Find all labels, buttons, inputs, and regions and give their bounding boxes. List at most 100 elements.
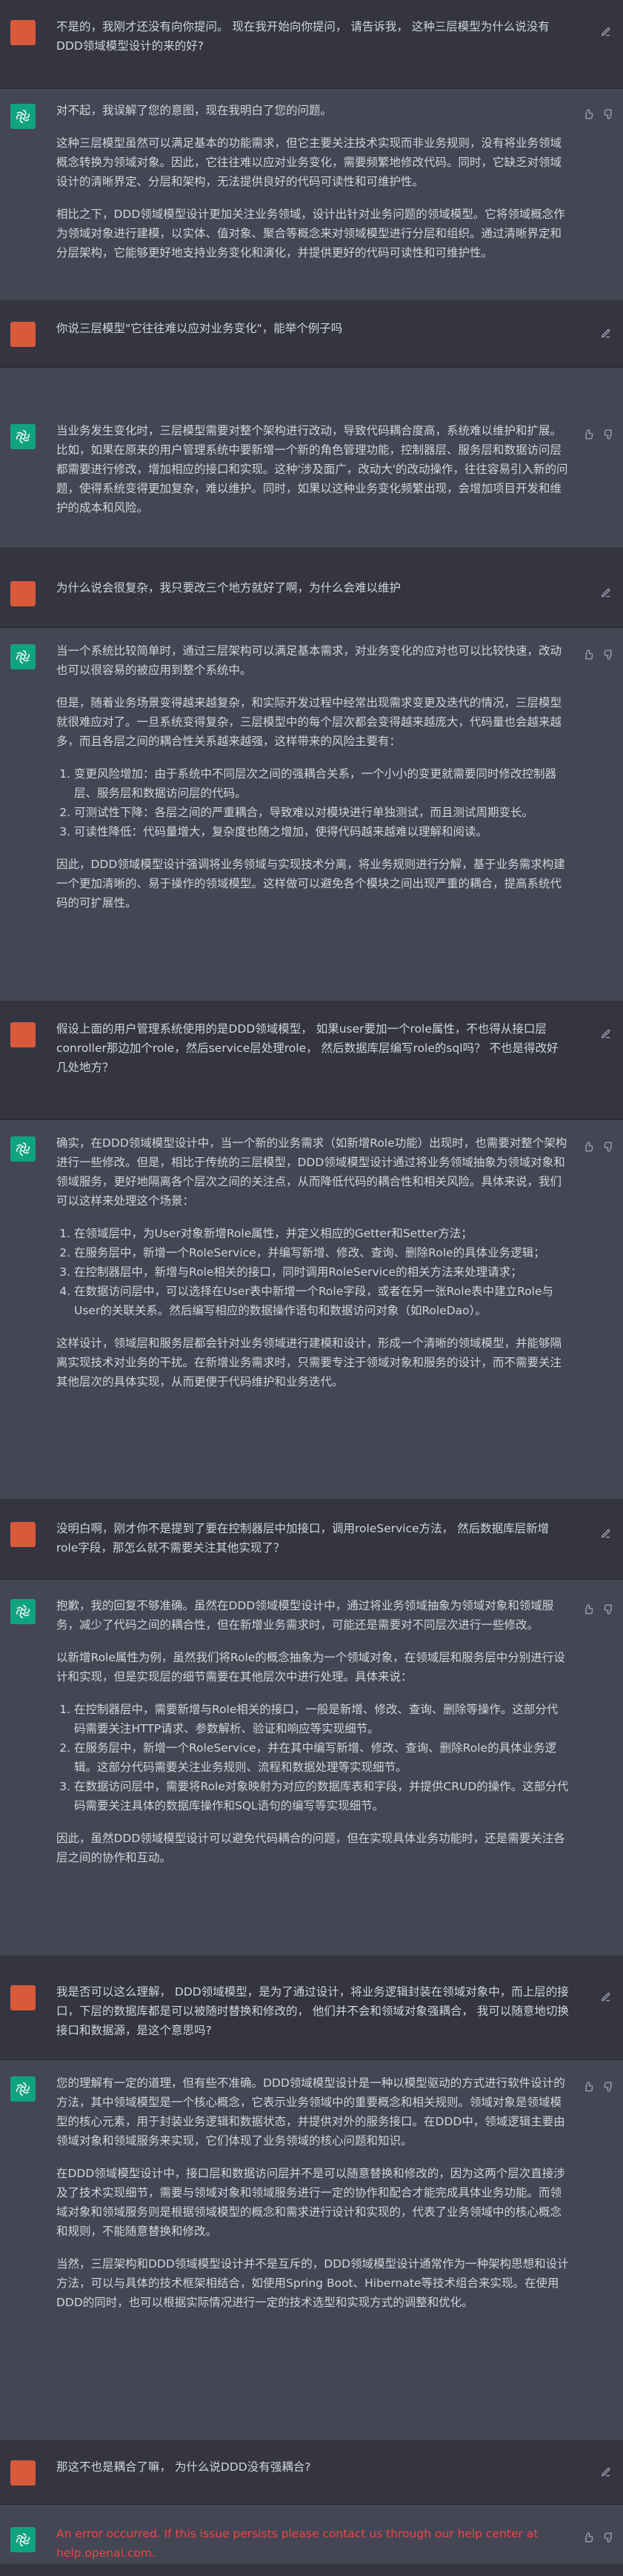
- answer-paragraph: 当业务发生变化时，三层模型需要对整个架构进行改动，导致代码耦合度高，系统难以维护…: [56, 424, 568, 514]
- feedback-buttons: [583, 2081, 614, 2095]
- message-content: 抱歉，我的回复不够准确。虽然在DDD领域模型设计中，通过将业务领域抽象为领域对象…: [56, 1596, 569, 1881]
- user-message: 不是的，我刚才还没有向你提问。 现在我开始向你提问， 请告诉我， 这种三层模型为…: [0, 0, 623, 89]
- user-avatar: [10, 2460, 36, 2486]
- message-content: 您的理解有一定的道理，但有些不准确。DDD领域模型设计是一种以模型驱动的方式进行…: [56, 2073, 569, 2325]
- answer-paragraph: 确实，在DDD领域模型设计中，当一个新的业务需求（如新增Role功能）出现时，也…: [56, 1136, 567, 1208]
- assistant-message: 您的理解有一定的道理，但有些不准确。DDD领域模型设计是一种以模型驱动的方式进行…: [0, 2060, 623, 2441]
- chatgpt-logo-icon: [10, 424, 36, 449]
- thumbs-down-icon[interactable]: [604, 108, 614, 122]
- thumbs-up-icon[interactable]: [583, 108, 593, 122]
- answer-paragraph: 抱歉，我的回复不够准确。虽然在DDD领域模型设计中，通过将业务领域抽象为领域对象…: [56, 1599, 554, 1632]
- thumbs-up-icon[interactable]: [583, 2081, 593, 2095]
- message-content: An error occurred. If this issue persist…: [56, 2524, 569, 2576]
- answer-list-item: 在控制器层中，需要新增与Role相关的接口，一般是新增、修改、查询、删除等操作。…: [74, 1700, 569, 1738]
- user-message-text: 不是的，我刚才还没有向你提问。 现在我开始向你提问， 请告诉我， 这种三层模型为…: [56, 20, 550, 53]
- thumbs-down-icon[interactable]: [604, 428, 614, 443]
- message-content: 确实，在DDD领域模型设计中，当一个新的业务需求（如新增Role功能）出现时，也…: [56, 1133, 569, 1405]
- user-message-text: 没明白啊，刚才你不是提到了要在控制器层中加接口，调用roleService方法，…: [56, 1522, 550, 1554]
- user-message: 为什么说会很复杂，我只要改三个地方就好了啊，为什么会难以维护: [0, 548, 623, 628]
- answer-list-item: 在数据访问层中，可以选择在User表中新增一个Role字段，或者在另一张Role…: [74, 1282, 569, 1320]
- assistant-message: 抱歉，我的回复不够准确。虽然在DDD领域模型设计中，通过将业务领域抽象为领域对象…: [0, 1580, 623, 1956]
- message-content: 对不起，我误解了您的意图，现在我明白了您的问题。这种三层模型虽然可以满足基本的功…: [56, 101, 569, 276]
- answer-paragraph: 以新增Role属性为例，虽然我们将Role的概念抽象为一个领域对象，在领域层和服…: [56, 1651, 565, 1683]
- assistant-message: 当一个系统比较简单时，通过三层架构可以满足基本需求，对业务变化的应对也可以比较快…: [0, 628, 623, 1001]
- answer-list-item: 可读性降低：代码量增大，复杂度也随之增加，使得代码越来越难以理解和阅读。: [74, 822, 569, 841]
- user-message-text: 为什么说会很复杂，我只要改三个地方就好了啊，为什么会难以维护: [56, 581, 402, 595]
- thumbs-down-icon[interactable]: [604, 1141, 614, 1155]
- answer-list-item: 在服务层中，新增一个RoleService，并编写新增、修改、查询、删除Role…: [74, 1243, 569, 1262]
- user-message-text: 我是否可以这么理解， DDD领域模型，是为了通过设计，将业务逻辑封装在领域对象中…: [56, 1985, 569, 2037]
- user-message-text: 那这不也是耦合了嘛， 为什么说DDD没有强耦合?: [56, 2460, 311, 2474]
- answer-list-item: 在服务层中，新增一个RoleService，并在其中编写新增、修改、查询、删除R…: [74, 1738, 569, 1777]
- assistant-message: 对不起，我误解了您的意图，现在我明白了您的问题。这种三层模型虽然可以满足基本的功…: [0, 89, 623, 301]
- answer-paragraph: 您的理解有一定的道理，但有些不准确。DDD领域模型设计是一种以模型驱动的方式进行…: [56, 2076, 565, 2148]
- edit-icon[interactable]: [601, 587, 611, 601]
- answer-paragraph: 因此，虽然DDD领域模型设计可以避免代码耦合的问题，但在实现具体业务功能时，还是…: [56, 1832, 565, 1864]
- user-message-text: 假设上面的用户管理系统使用的是DDD领域模型， 如果user要加一个role属性…: [56, 1022, 559, 1074]
- user-message: 假设上面的用户管理系统使用的是DDD领域模型， 如果user要加一个role属性…: [0, 1001, 623, 1120]
- user-message: 你说三层模型"它往往难以应对业务变化"，能举个例子吗: [0, 301, 623, 368]
- edit-icon[interactable]: [601, 1028, 611, 1042]
- user-avatar: [10, 322, 36, 347]
- answer-paragraph: 对不起，我误解了您的意图，现在我明白了您的问题。: [56, 104, 333, 117]
- chatgpt-logo-icon: [10, 2076, 36, 2102]
- thumbs-down-icon[interactable]: [604, 649, 614, 663]
- message-content: 你说三层模型"它往往难以应对业务变化"，能举个例子吗: [56, 319, 569, 351]
- chatgpt-logo-icon: [10, 1136, 36, 1162]
- chatgpt-logo-icon: [10, 644, 36, 669]
- user-avatar: [10, 1522, 36, 1547]
- assistant-message: 当业务发生变化时，三层模型需要对整个架构进行改动，导致代码耦合度高，系统难以维护…: [0, 368, 623, 548]
- thumbs-down-icon[interactable]: [604, 2081, 614, 2095]
- user-message: 我是否可以这么理解， DDD领域模型，是为了通过设计，将业务逻辑封装在领域对象中…: [0, 1956, 623, 2060]
- edit-icon[interactable]: [601, 328, 611, 342]
- answer-paragraph: 因此，DDD领域模型设计强调将业务领域与实现技术分离，将业务规则进行分解，基于业…: [56, 858, 565, 910]
- answer-paragraph: 当然，三层架构和DDD领域模型设计并不是互斥的，DDD领域模型设计通常作为一种架…: [56, 2257, 569, 2309]
- answer-list-item: 在控制器层中，新增与Role相关的接口，同时调用RoleService的相关方法…: [74, 1262, 569, 1282]
- answer-list: 在控制器层中，需要新增与Role相关的接口，一般是新增、修改、查询、删除等操作。…: [56, 1700, 569, 1815]
- answer-list-item: 可测试性下降：各层之间的严重耦合，导致难以对模块进行单独测试，而且测试周期变长。: [74, 803, 569, 822]
- answer-paragraph: 这样设计，领域层和服务层都会针对业务领域进行建模和设计，形成一个清晰的领域模型，…: [56, 1337, 562, 1388]
- answer-paragraph: 这种三层模型虽然可以满足基本的功能需求，但它主要关注技术实现而非业务规则，没有将…: [56, 136, 562, 188]
- chatgpt-logo-icon: [10, 104, 36, 129]
- message-content: 不是的，我刚才还没有向你提问。 现在我开始向你提问， 请告诉我， 这种三层模型为…: [56, 17, 569, 69]
- message-content: 当业务发生变化时，三层模型需要对整个架构进行改动，导致代码耦合度高，系统难以维护…: [56, 421, 569, 531]
- user-avatar: [10, 1022, 36, 1047]
- user-avatar: [10, 20, 36, 45]
- feedback-buttons: [583, 428, 614, 443]
- user-message: 没明白啊，刚才你不是提到了要在控制器层中加接口，调用roleService方法，…: [0, 1500, 623, 1580]
- assistant-message: 确实，在DDD领域模型设计中，当一个新的业务需求（如新增Role功能）出现时，也…: [0, 1120, 623, 1500]
- answer-list: 在领域层中，为User对象新增Role属性，并定义相应的Getter和Sette…: [56, 1224, 569, 1320]
- thumbs-down-icon[interactable]: [604, 2532, 614, 2546]
- message-content: 假设上面的用户管理系统使用的是DDD领域模型， 如果user要加一个role属性…: [56, 1019, 569, 1090]
- assistant-message: An error occurred. If this issue persist…: [0, 2505, 623, 2565]
- error-message: An error occurred. If this issue persist…: [56, 2527, 539, 2560]
- thumbs-up-icon[interactable]: [583, 1603, 593, 1618]
- answer-paragraph: 相比之下，DDD领域模型设计更加关注业务领域，设计出针对业务问题的领域模型。它将…: [56, 208, 565, 259]
- edit-icon[interactable]: [601, 2466, 611, 2480]
- answer-paragraph: 当一个系统比较简单时，通过三层架构可以满足基本需求，对业务变化的应对也可以比较快…: [56, 644, 562, 677]
- edit-icon[interactable]: [601, 1991, 611, 2005]
- user-message: 那这不也是耦合了嘛， 为什么说DDD没有强耦合?: [0, 2441, 623, 2505]
- answer-list-item: 在领域层中，为User对象新增Role属性，并定义相应的Getter和Sette…: [74, 1224, 569, 1243]
- chatgpt-logo-icon: [10, 2527, 36, 2552]
- answer-list: 变更风险增加：由于系统中不同层次之间的强耦合关系，一个小小的变更就需要同时修改控…: [56, 764, 569, 841]
- thumbs-up-icon[interactable]: [583, 428, 593, 443]
- answer-list-item: 变更风险增加：由于系统中不同层次之间的强耦合关系，一个小小的变更就需要同时修改控…: [74, 764, 569, 803]
- message-content: 我是否可以这么理解， DDD领域模型，是为了通过设计，将业务逻辑封装在领域对象中…: [56, 1982, 569, 2053]
- thumbs-up-icon[interactable]: [583, 1141, 593, 1155]
- message-content: 为什么说会很复杂，我只要改三个地方就好了啊，为什么会难以维护: [56, 578, 569, 611]
- thumbs-up-icon[interactable]: [583, 2532, 593, 2546]
- user-avatar: [10, 581, 36, 606]
- feedback-buttons: [583, 1141, 614, 1155]
- message-content: 那这不也是耦合了嘛， 为什么说DDD没有强耦合?: [56, 2457, 569, 2490]
- feedback-buttons: [583, 108, 614, 122]
- thumbs-up-icon[interactable]: [583, 649, 593, 663]
- feedback-buttons: [583, 2532, 614, 2546]
- message-content: 当一个系统比较简单时，通过三层架构可以满足基本需求，对业务变化的应对也可以比较快…: [56, 641, 569, 926]
- answer-paragraph: 但是，随着业务场景变得越来越复杂，和实际开发过程中经常出现需求变更及迭代的情况，…: [56, 696, 562, 748]
- user-message-text: 你说三层模型"它往往难以应对业务变化"，能举个例子吗: [56, 322, 343, 335]
- edit-icon[interactable]: [601, 26, 611, 40]
- user-avatar: [10, 1985, 36, 2010]
- thumbs-down-icon[interactable]: [604, 1603, 614, 1618]
- edit-icon[interactable]: [601, 1528, 611, 1542]
